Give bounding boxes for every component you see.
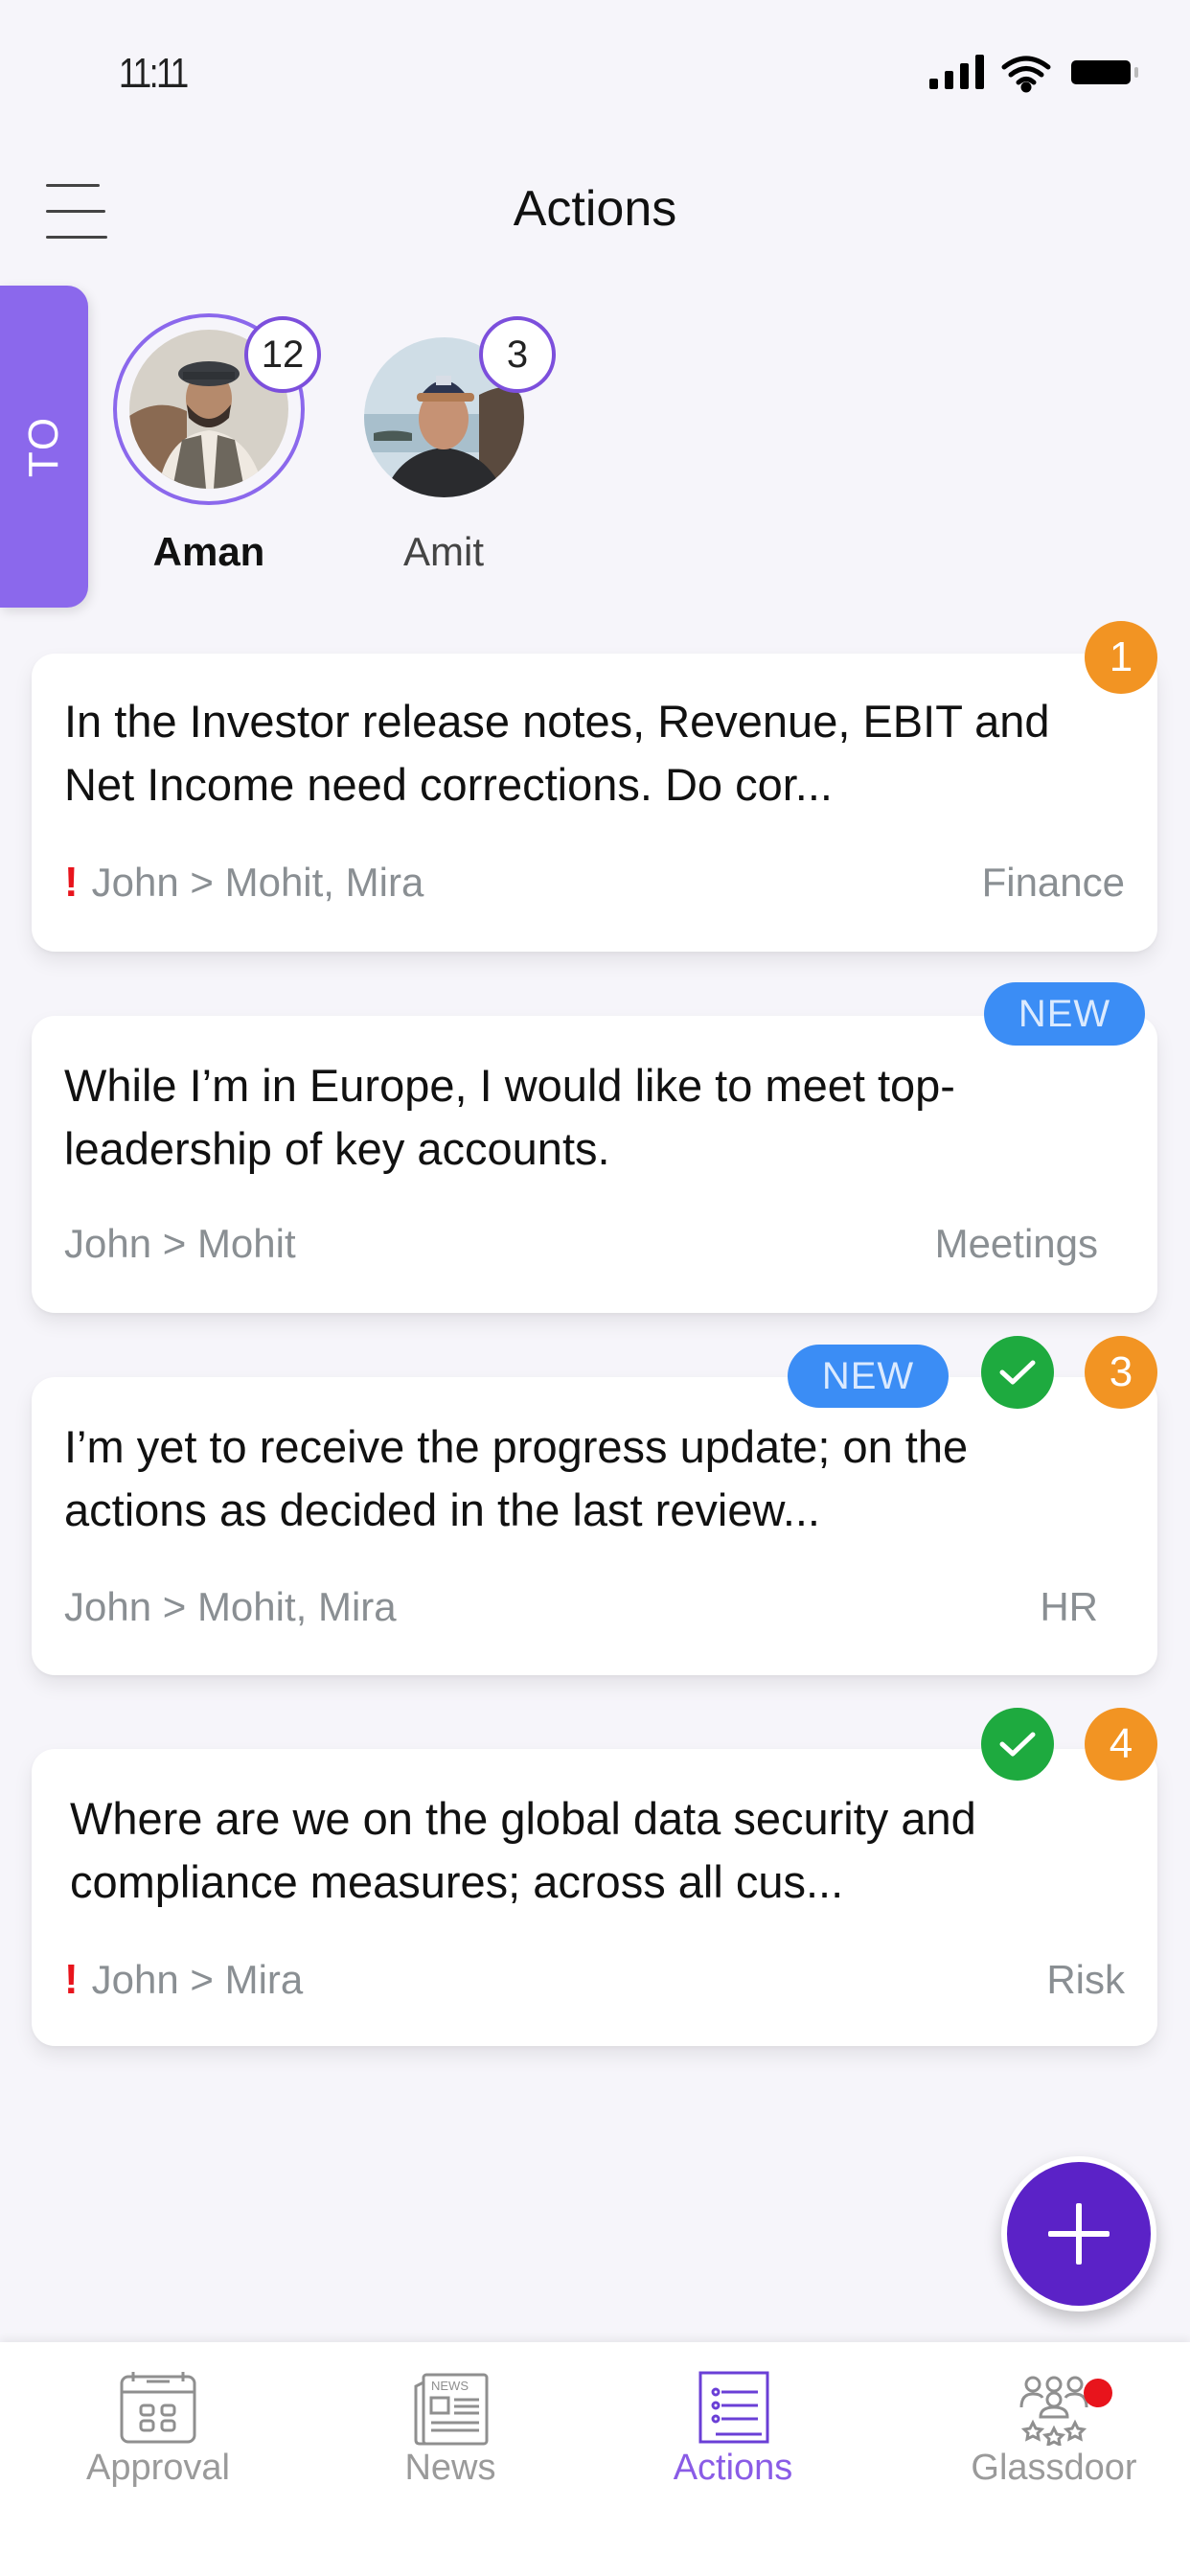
action-footer: John > Mohit, Mira HR	[64, 1584, 1098, 1630]
action-footer: ! John > Mohit, Mira Finance	[64, 859, 1125, 907]
nav-label: News	[404, 2448, 496, 2488]
action-category: Risk	[1046, 1957, 1125, 2002]
action-category: HR	[1040, 1584, 1098, 1629]
team-rating-icon	[1019, 2376, 1088, 2446]
person-filter-aman[interactable]: 12 Aman	[105, 307, 335, 585]
action-number-badge: 1	[1085, 621, 1157, 694]
signal-icon	[929, 55, 984, 89]
new-badge: NEW	[984, 982, 1145, 1046]
nav-label: Approval	[86, 2448, 230, 2488]
action-footer: ! John > Mira Risk	[64, 1956, 1125, 2004]
action-card[interactable]: Where are we on the global data security…	[32, 1708, 1157, 2046]
checkmark-icon	[999, 1732, 1036, 1757]
checkmark-icon	[999, 1360, 1036, 1385]
direction-tab-to[interactable]: TO	[0, 286, 88, 608]
person-filter-amit[interactable]: 3 Amit	[345, 307, 575, 585]
direction-tab-label: TO	[20, 415, 67, 478]
status-icons	[927, 52, 1148, 94]
nav-item-actions[interactable]: Actions	[618, 2342, 848, 2505]
action-card[interactable]: In the Investor release notes, Revenue, …	[32, 621, 1157, 952]
status-time: 11:11	[119, 50, 189, 97]
action-text: I’m yet to receive the progress update; …	[64, 1421, 969, 1535]
nav-item-glassdoor[interactable]: Glassdoor	[939, 2342, 1169, 2505]
action-card[interactable]: I’m yet to receive the progress update; …	[32, 1336, 1157, 1675]
person-name: Aman	[152, 529, 265, 574]
high-priority-icon: !	[64, 859, 79, 906]
action-card[interactable]: While I’m in Europe, I would like to mee…	[32, 982, 1157, 1313]
nav-item-news[interactable]: NEWS News	[335, 2342, 565, 2505]
new-badge: NEW	[788, 1345, 949, 1408]
checklist-icon	[698, 2371, 769, 2444]
high-priority-icon: !	[64, 1956, 79, 2003]
action-number-badge: 4	[1085, 1708, 1157, 1781]
newspaper-icon: NEWS	[414, 2373, 489, 2446]
notification-dot	[1084, 2379, 1112, 2407]
calendar-grid-icon	[120, 2372, 196, 2444]
battery-icon	[1071, 60, 1138, 84]
svg-text:NEWS: NEWS	[431, 2379, 469, 2393]
completed-badge	[981, 1708, 1054, 1781]
action-text: While I’m in Europe, I would like to mee…	[64, 1060, 955, 1174]
completed-badge	[981, 1336, 1054, 1409]
bottom-nav: Approval NEWS News Actions Glassdoor	[0, 2342, 1190, 2576]
action-route: John > Mohit, Mira	[91, 860, 424, 905]
page-title: Actions	[513, 181, 677, 237]
action-category: Meetings	[934, 1221, 1098, 1266]
action-route: John > Mohit, Mira	[64, 1584, 397, 1629]
action-category: Finance	[981, 860, 1125, 905]
person-name: Amit	[403, 529, 484, 574]
nav-label: Actions	[673, 2448, 793, 2488]
action-number-badge: 3	[1085, 1336, 1157, 1409]
nav-item-approval[interactable]: Approval	[43, 2342, 273, 2505]
action-footer: John > Mohit Meetings	[64, 1221, 1098, 1267]
action-route: John > Mohit	[64, 1221, 296, 1266]
action-text: In the Investor release notes, Revenue, …	[64, 696, 1050, 810]
count-badge: 12	[244, 316, 321, 393]
nav-label: Glassdoor	[971, 2448, 1137, 2488]
wifi-icon	[1001, 56, 1051, 93]
action-route: John > Mira	[91, 1957, 304, 2002]
action-text: Where are we on the global data security…	[70, 1793, 976, 1907]
add-action-button[interactable]	[1001, 2156, 1156, 2312]
count-badge: 3	[479, 316, 556, 393]
